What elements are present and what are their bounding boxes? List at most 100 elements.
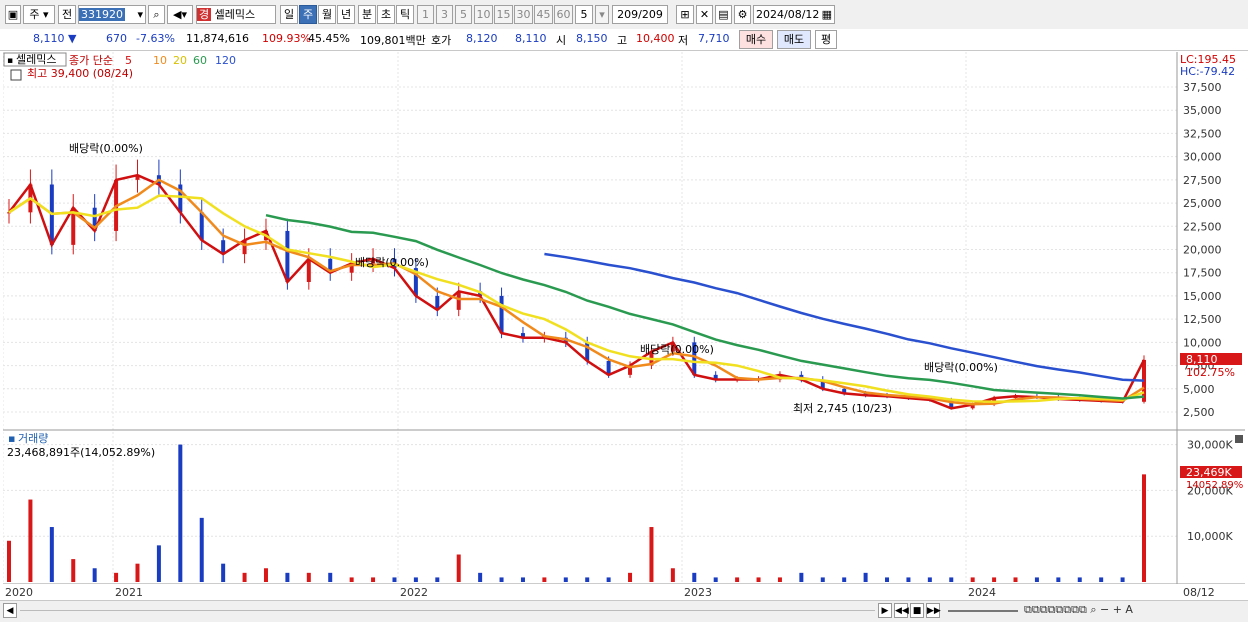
- trade-amount: 109,801백만: [360, 34, 426, 47]
- save-icon[interactable]: ▤: [715, 5, 732, 24]
- volume-bar: [49, 527, 54, 582]
- stock-tab-label: 셀레믹스: [16, 53, 56, 66]
- buy-button[interactable]: 매수: [739, 30, 773, 49]
- period-month[interactable]: 월: [318, 5, 336, 24]
- volume-bar: [670, 568, 675, 582]
- layout-icon[interactable]: ▣: [5, 5, 21, 24]
- volume-bar: [71, 559, 76, 582]
- volume-bar: [756, 577, 761, 582]
- bid-price: 8,120: [466, 32, 498, 45]
- volume-bar: [371, 577, 376, 582]
- candle-body: [499, 295, 504, 334]
- bid-price-2: 8,110: [515, 32, 547, 45]
- interval-45[interactable]: 45: [534, 5, 553, 24]
- period-year[interactable]: 년: [337, 5, 355, 24]
- volume-bar: [799, 572, 804, 582]
- time-tick-label: 2024: [968, 586, 996, 599]
- cross-icon[interactable]: ✕: [696, 5, 713, 24]
- interval-10[interactable]: 10: [474, 5, 493, 24]
- price-tick-label: 5,000: [1183, 383, 1215, 396]
- price-tick-label: 25,000: [1183, 197, 1222, 210]
- legend-prefix: 종가 단순: [69, 54, 113, 67]
- open-label: 시: [556, 34, 567, 47]
- price-tick-label: 32,500: [1183, 127, 1222, 140]
- candle-body: [199, 212, 204, 241]
- scroll-right-icon[interactable]: ▶: [878, 603, 892, 618]
- calendar-icon[interactable]: ▦: [822, 6, 834, 23]
- scrollbar-track[interactable]: [20, 610, 875, 611]
- speaker-icon[interactable]: ◀▾: [167, 5, 193, 24]
- period-week[interactable]: 주: [299, 5, 317, 24]
- interval-60[interactable]: 60: [554, 5, 573, 24]
- gear-icon[interactable]: ⚙: [734, 5, 751, 24]
- volume-bar: [585, 577, 590, 582]
- volume-bar: [199, 517, 204, 582]
- volume-bar: [221, 563, 226, 582]
- volume-bar: [606, 577, 611, 582]
- ma-line-60: [265, 213, 1145, 400]
- stock-name-field[interactable]: 경 셀레믹스: [196, 5, 276, 24]
- interval-30[interactable]: 30: [514, 5, 533, 24]
- current-price-label: 8,110: [1186, 353, 1218, 366]
- scroll-left-icon[interactable]: ◀: [3, 603, 17, 618]
- chevron-down-icon[interactable]: ▾: [137, 6, 145, 23]
- date-input[interactable]: 2024/08/12 ▦: [753, 5, 835, 24]
- price-tick-label: 17,500: [1183, 267, 1222, 280]
- candle-body: [285, 230, 290, 282]
- dividend-note-4: 배당락(0.00%): [924, 361, 998, 374]
- volume-bar: [863, 572, 868, 582]
- search-icon[interactable]: ⌕: [148, 5, 165, 24]
- interval-5[interactable]: 5: [455, 5, 472, 24]
- chart-area: 2,500 5,000 7,500 10,000 12,500 15,000 17,500 2…: [2, 52, 1245, 602]
- volume-tick-label: 10,000K: [1187, 530, 1233, 543]
- volume-bar: [306, 572, 311, 582]
- volume-bar: [970, 577, 975, 582]
- stop-icon[interactable]: ■: [910, 603, 924, 618]
- volume-bar: [7, 540, 11, 582]
- calendar-icon[interactable]: [10, 69, 22, 81]
- volume-bar: [435, 577, 440, 582]
- vol-current-label: 23,469K: [1186, 466, 1232, 479]
- period-minute[interactable]: 분: [358, 5, 376, 24]
- stock-code-input[interactable]: 331920 ▾: [78, 5, 146, 24]
- bottom-bar: ◀ ▶ ◀◀ ■ ▶▶ ⧉⧉⧉⧉⧉⧉⧉⧉ ⌕ − + A: [0, 600, 1248, 622]
- eval-button[interactable]: 평: [815, 30, 837, 49]
- volume-bar: [842, 577, 847, 582]
- volume-bar: [392, 577, 397, 582]
- legend-ma10: 10: [153, 54, 167, 67]
- volume-bar: [499, 577, 504, 582]
- high-price: 10,400: [636, 32, 675, 45]
- period-second[interactable]: 초: [377, 5, 395, 24]
- interval-15[interactable]: 15: [494, 5, 513, 24]
- price-tick-label: 37,500: [1183, 81, 1222, 94]
- volume-bar: [263, 568, 268, 582]
- legend-ma120: 120: [215, 54, 236, 67]
- legend-ma20: 20: [173, 54, 187, 67]
- volume-close-icon[interactable]: [1235, 435, 1243, 443]
- interval-1[interactable]: 1: [417, 5, 434, 24]
- price-tick-label: 27,500: [1183, 174, 1222, 187]
- high-label: 고: [617, 34, 628, 47]
- tools-icon[interactable]: ⊞: [676, 5, 694, 24]
- volume-bar: [777, 577, 782, 582]
- market-select[interactable]: 주 ▾: [23, 5, 55, 24]
- interval-3[interactable]: 3: [436, 5, 453, 24]
- rewind-icon[interactable]: ◀◀: [894, 603, 909, 618]
- type-select[interactable]: 전: [58, 5, 76, 24]
- count-chevron-icon[interactable]: ▾: [595, 5, 609, 24]
- period-tick[interactable]: 틱: [396, 5, 414, 24]
- volume-bar: [1056, 577, 1061, 582]
- forward-icon[interactable]: ▶▶: [926, 603, 941, 618]
- count-input[interactable]: 5: [575, 5, 593, 24]
- zoom-slider[interactable]: [948, 610, 1018, 612]
- period-day[interactable]: 일: [280, 5, 298, 24]
- sell-button[interactable]: 매도: [777, 30, 811, 49]
- chart-tool-icons[interactable]: ⧉⧉⧉⧉⧉⧉⧉⧉ ⌕ − + A: [1024, 603, 1133, 617]
- price-change: 670: [106, 32, 127, 45]
- price-tick-label: 35,000: [1183, 104, 1222, 117]
- dividend-note-1: 배당락(0.00%): [69, 142, 143, 155]
- stock-badge: 경: [197, 8, 212, 21]
- volume-bar: [949, 577, 954, 582]
- time-tick-label: 2021: [115, 586, 143, 599]
- candle-body: [306, 258, 311, 282]
